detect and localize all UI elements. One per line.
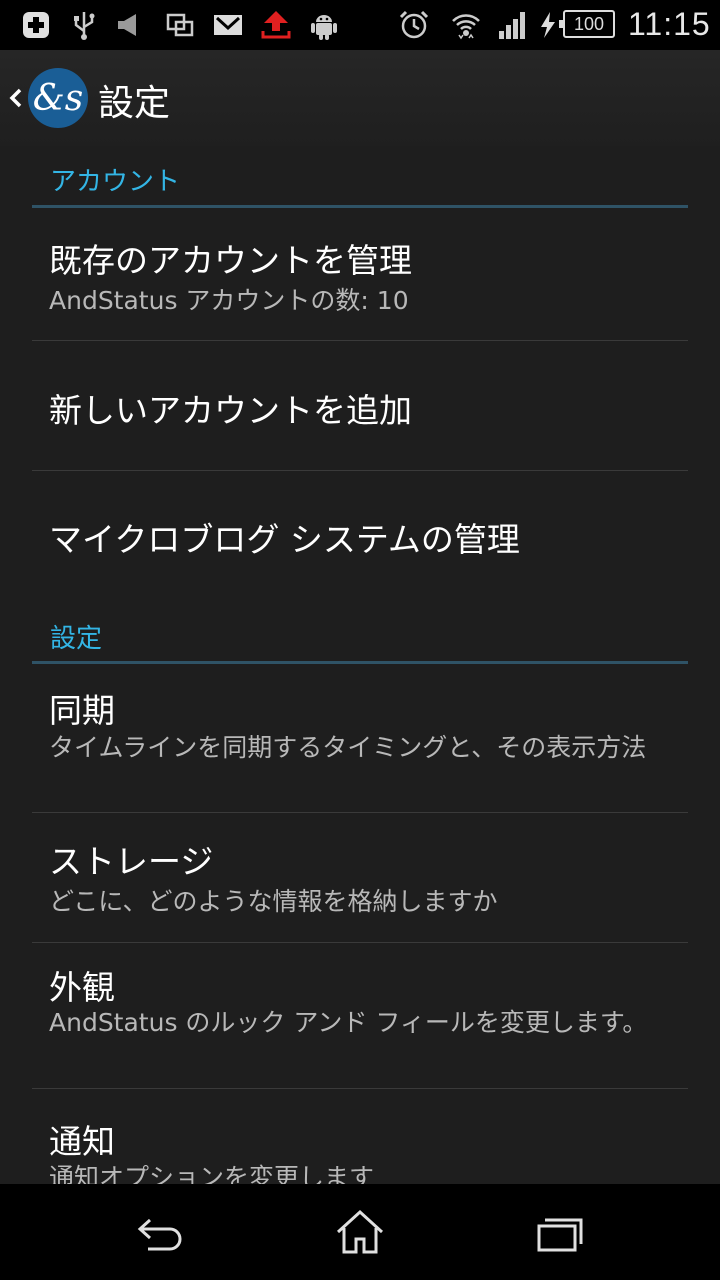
android-icon [308, 9, 340, 41]
pref-storage[interactable]: ストレージ どこに、どのような情報を格納しますか [32, 813, 688, 942]
pref-title: 新しいアカウントを追加 [49, 391, 412, 430]
signal-icon [496, 9, 528, 41]
alarm-icon [398, 9, 430, 41]
pref-summary: どこに、どのような情報を格納しますか [49, 887, 498, 916]
clock: 11:15 [628, 6, 711, 42]
section-header-accounts: アカウント [50, 167, 181, 197]
section-divider [32, 205, 688, 208]
back-icon[interactable] [130, 1202, 190, 1262]
pref-title: マイクロブログ システムの管理 [49, 520, 520, 559]
page-title: 設定 [98, 83, 171, 124]
action-bar: &s 設定 [0, 50, 720, 146]
app-logo: &s [28, 68, 88, 128]
pref-appearance[interactable]: 外観 AndStatus のルック アンド フィールを変更します。 [32, 943, 688, 1088]
pref-summary: 通知オプションを変更します [49, 1163, 375, 1184]
pref-title: 同期 [49, 691, 115, 730]
wifi-icon [450, 9, 482, 41]
logo-text: &s [32, 77, 84, 119]
usb-icon [68, 9, 100, 41]
pref-title: 外観 [49, 968, 115, 1007]
preference-list[interactable]: アカウント 既存のアカウントを管理 AndStatus アカウントの数: 10 … [0, 146, 720, 1184]
mail-icon [212, 9, 244, 41]
upload-icon [260, 9, 292, 41]
pref-title: 通知 [49, 1122, 115, 1161]
pref-manage-accounts[interactable]: 既存のアカウントを管理 AndStatus アカウントの数: 10 [32, 209, 688, 342]
speaker-icon [114, 9, 146, 41]
recent-apps-icon[interactable] [530, 1202, 590, 1262]
pref-summary: タイムラインを同期するタイミングと、その表示方法 [49, 733, 647, 762]
screen-icon [164, 9, 196, 41]
pref-sync[interactable]: 同期 タイムラインを同期するタイミングと、その表示方法 [32, 664, 688, 812]
navigation-bar [0, 1184, 720, 1280]
plus-icon [20, 9, 52, 41]
pref-summary: AndStatus アカウントの数: 10 [49, 286, 409, 315]
pref-summary: AndStatus のルック アンド フィールを変更します。 [49, 1008, 648, 1037]
battery-level: 100 [559, 10, 615, 38]
pref-manage-microblog-systems[interactable]: マイクロブログ システムの管理 [32, 471, 688, 601]
chevron-left-icon[interactable] [6, 80, 24, 116]
status-bar: 100 11:15 [0, 0, 720, 50]
section-header-settings: 設定 [50, 624, 103, 654]
home-icon[interactable] [330, 1202, 390, 1262]
pref-notifications[interactable]: 通知 通知オプションを変更します [32, 1089, 688, 1184]
pref-title: ストレージ [49, 842, 214, 881]
pref-add-account[interactable]: 新しいアカウントを追加 [32, 341, 688, 471]
pref-title: 既存のアカウントを管理 [49, 241, 412, 280]
